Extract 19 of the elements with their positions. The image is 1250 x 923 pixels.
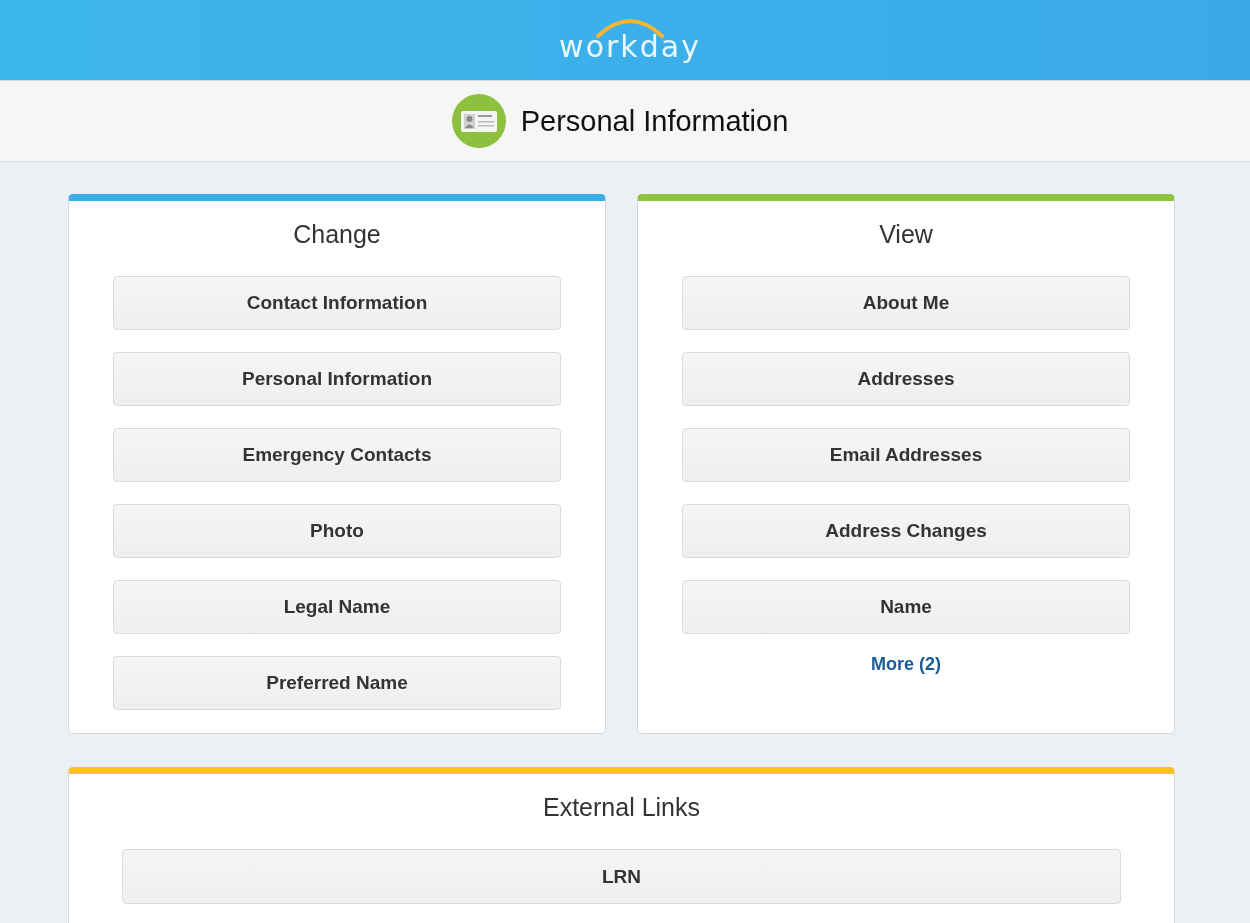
action-button[interactable]: Contact Information	[113, 276, 561, 330]
action-button[interactable]: Emergency Contacts	[113, 428, 561, 482]
action-button[interactable]: Addresses	[682, 352, 1130, 406]
action-button[interactable]: About Me	[682, 276, 1130, 330]
action-button[interactable]: Preferred Name	[113, 656, 561, 710]
action-button[interactable]: Name	[682, 580, 1130, 634]
page-title: Personal Information	[520, 104, 789, 138]
more-link[interactable]: More (2)	[871, 654, 941, 675]
id-card-icon	[451, 94, 506, 148]
action-button[interactable]: Personal Information	[113, 352, 561, 406]
action-button[interactable]: Email Addresses	[682, 428, 1130, 482]
action-button[interactable]: Legal Name	[113, 580, 561, 634]
action-button[interactable]: LRN	[122, 849, 1121, 904]
action-button[interactable]: Photo	[113, 504, 561, 558]
panel-title: External Links	[543, 792, 700, 822]
action-button[interactable]: Address Changes	[682, 504, 1130, 558]
panel-title: Change	[293, 219, 381, 249]
logo-text: workday	[559, 30, 701, 64]
panel-title: View	[879, 219, 933, 249]
